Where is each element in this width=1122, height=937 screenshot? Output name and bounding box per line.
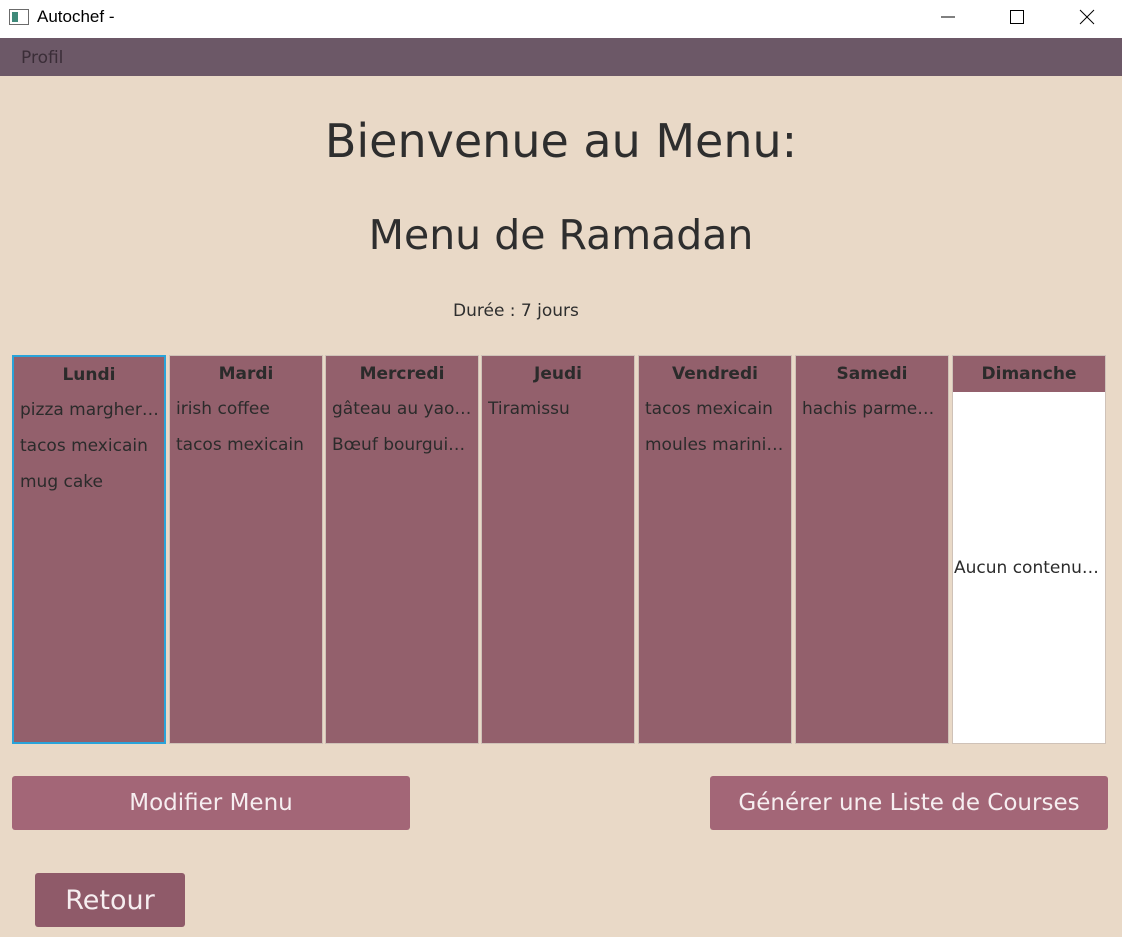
day-header: Mardi (218, 364, 274, 384)
back-button[interactable]: Retour (35, 873, 185, 927)
maximize-icon[interactable] (994, 0, 1040, 34)
dish-item[interactable]: irish coffee (176, 399, 318, 419)
app-icon (9, 9, 29, 25)
minimize-icon[interactable] (925, 0, 971, 34)
dish-item[interactable]: tacos mexicain (176, 435, 318, 455)
day-header: Samedi (836, 364, 908, 384)
menu-profil[interactable]: Profil (21, 48, 63, 68)
close-icon[interactable] (1064, 0, 1110, 34)
dish-item[interactable]: mug cake (20, 472, 162, 492)
day-column-vendredi[interactable]: Vendredi tacos mexicain moules marinière… (638, 355, 792, 744)
day-header: Vendredi (672, 364, 758, 384)
day-header: Mercredi (359, 364, 445, 384)
day-column-mercredi[interactable]: Mercredi gâteau au yaourt Bœuf bourguign… (325, 355, 479, 744)
empty-placeholder: Aucun contenu dans la table (954, 558, 1104, 578)
modify-menu-button[interactable]: Modifier Menu (12, 776, 410, 830)
dish-item[interactable]: Bœuf bourguignon (332, 435, 474, 455)
menu-bar (0, 38, 1122, 76)
day-column-mardi[interactable]: Mardi irish coffee tacos mexicain (169, 355, 323, 744)
day-column-lundi[interactable]: Lundi pizza margherita tacos mexicain mu… (12, 355, 166, 744)
day-header: Jeudi (534, 364, 582, 384)
day-header: Lundi (62, 365, 116, 385)
generate-shopping-list-button[interactable]: Générer une Liste de Courses (710, 776, 1108, 830)
dish-item[interactable]: Tiramissu (488, 399, 630, 419)
dish-item[interactable]: moules marinières (645, 435, 787, 455)
dish-item[interactable]: tacos mexicain (645, 399, 787, 419)
day-column-samedi[interactable]: Samedi hachis parmentier (795, 355, 949, 744)
page-title: Bienvenue au Menu: (324, 114, 798, 168)
window-title: Autochef - (37, 7, 115, 26)
title-bar: Autochef - (0, 0, 1122, 38)
day-header: Dimanche (953, 356, 1105, 392)
day-column-jeudi[interactable]: Jeudi Tiramissu (481, 355, 635, 744)
dish-item[interactable]: tacos mexicain (20, 436, 162, 456)
dish-item[interactable]: gâteau au yaourt (332, 399, 474, 419)
menu-name: Menu de Ramadan (368, 211, 754, 259)
dish-item[interactable]: pizza margherita (20, 400, 162, 420)
menu-duration: Durée : 7 jours (453, 301, 579, 321)
dish-item[interactable]: hachis parmentier (802, 399, 944, 419)
day-column-dimanche[interactable]: Dimanche Aucun contenu dans la table (952, 355, 1106, 744)
